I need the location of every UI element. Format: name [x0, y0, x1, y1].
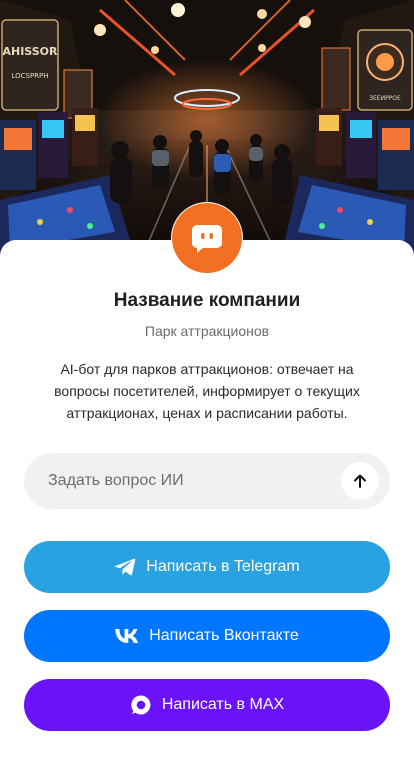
company-name: Название компании [113, 290, 301, 311]
vkontakte-button-label: Написать Вконтакте [149, 627, 299, 644]
ask-ai-input[interactable] [24, 453, 334, 509]
max-icon [130, 694, 152, 716]
max-button-label: Написать в MAX [161, 696, 285, 713]
telegram-button-label: Написать в Telegram [146, 558, 300, 575]
telegram-button[interactable]: Написать в Telegram [24, 541, 390, 593]
company-description: AI-бот для парков аттракционов: отвечает… [54, 361, 360, 421]
sign-left-top: AHISSOR [3, 45, 59, 58]
send-button[interactable] [341, 462, 379, 500]
chat-bot-icon [192, 225, 222, 253]
telegram-icon [114, 558, 136, 576]
ask-ai-field [24, 453, 390, 509]
company-avatar [171, 202, 243, 274]
arrow-up-icon [354, 474, 366, 488]
company-type: Парк аттракционов [144, 323, 270, 339]
sign-right-sub: ЗЕЕИРРОЕ [369, 95, 401, 102]
vkontakte-button[interactable]: Написать Вконтакте [24, 610, 390, 662]
vk-icon [115, 629, 139, 643]
max-button[interactable]: Написать в MAX [24, 679, 390, 731]
sign-left-sub: LOCSPRPH [11, 72, 48, 80]
